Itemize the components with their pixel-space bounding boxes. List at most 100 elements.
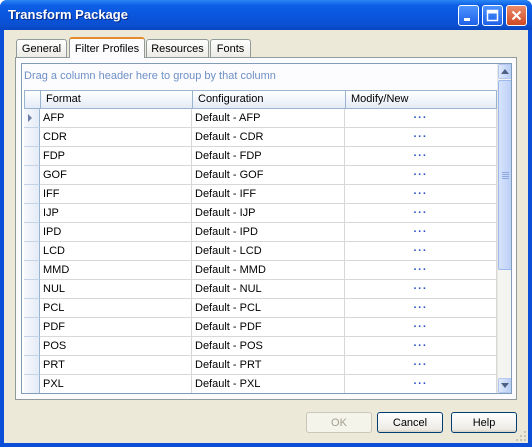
cell-configuration[interactable]: Default - FDP: [192, 147, 345, 166]
cell-configuration[interactable]: Default - AFP: [192, 109, 345, 128]
table-row[interactable]: PDF Default - PDF ···: [24, 318, 497, 337]
table-row[interactable]: AFP Default - AFP ···: [24, 109, 497, 128]
tab-filter-profiles[interactable]: Filter Profiles: [69, 37, 145, 58]
maximize-button[interactable]: [482, 5, 503, 26]
modify-new-ellipsis-button[interactable]: ···: [345, 242, 497, 261]
modify-new-ellipsis-button[interactable]: ···: [345, 109, 497, 128]
cell-format[interactable]: POS: [40, 337, 192, 356]
column-header-modify-new[interactable]: Modify/New: [346, 91, 498, 108]
cancel-button-label: Cancel: [392, 416, 428, 429]
cancel-button[interactable]: Cancel: [377, 412, 443, 433]
modify-new-ellipsis-button[interactable]: ···: [345, 356, 497, 375]
table-row[interactable]: CDR Default - CDR ···: [24, 128, 497, 147]
scroll-up-button[interactable]: [498, 64, 511, 79]
cell-format[interactable]: PRT: [40, 356, 192, 375]
ok-button[interactable]: OK: [306, 412, 372, 433]
row-selector[interactable]: [24, 375, 40, 393]
cell-format[interactable]: NUL: [40, 280, 192, 299]
title-bar[interactable]: Transform Package: [0, 0, 532, 30]
cell-format[interactable]: MMD: [40, 261, 192, 280]
scrollbar-thumb[interactable]: [498, 80, 511, 270]
scroll-down-button[interactable]: [498, 378, 511, 393]
table-row[interactable]: PRT Default - PRT ···: [24, 356, 497, 375]
row-selector[interactable]: [24, 204, 40, 223]
cell-format[interactable]: IPD: [40, 223, 192, 242]
column-header-configuration[interactable]: Configuration: [193, 91, 346, 108]
table-row[interactable]: POS Default - POS ···: [24, 337, 497, 356]
minimize-button[interactable]: [458, 5, 479, 26]
cell-configuration[interactable]: Default - PXL: [192, 375, 345, 393]
cell-configuration[interactable]: Default - PRT: [192, 356, 345, 375]
row-selector[interactable]: [24, 299, 40, 318]
filter-profiles-grid: Drag a column header here to group by th…: [21, 63, 512, 394]
table-row[interactable]: MMD Default - MMD ···: [24, 261, 497, 280]
row-selector[interactable]: [24, 147, 40, 166]
table-row[interactable]: NUL Default - NUL ···: [24, 280, 497, 299]
row-selector[interactable]: [24, 242, 40, 261]
cell-configuration[interactable]: Default - LCD: [192, 242, 345, 261]
table-row[interactable]: IJP Default - IJP ···: [24, 204, 497, 223]
modify-new-ellipsis-button[interactable]: ···: [345, 185, 497, 204]
help-button[interactable]: Help: [451, 412, 517, 433]
row-selector[interactable]: [24, 128, 40, 147]
tab-resources[interactable]: Resources: [146, 39, 209, 57]
cell-format[interactable]: FDP: [40, 147, 192, 166]
cell-configuration[interactable]: Default - IFF: [192, 185, 345, 204]
table-row[interactable]: IPD Default - IPD ···: [24, 223, 497, 242]
cell-format[interactable]: GOF: [40, 166, 192, 185]
help-button-label: Help: [472, 416, 496, 429]
cell-format[interactable]: IJP: [40, 204, 192, 223]
table-row[interactable]: LCD Default - LCD ···: [24, 242, 497, 261]
row-selector[interactable]: [24, 261, 40, 280]
row-selector[interactable]: [24, 166, 40, 185]
column-header-format[interactable]: Format: [41, 91, 193, 108]
vertical-scrollbar[interactable]: [497, 64, 511, 393]
cell-configuration[interactable]: Default - NUL: [192, 280, 345, 299]
tab-fonts[interactable]: Fonts: [210, 39, 251, 57]
modify-new-ellipsis-button[interactable]: ···: [345, 375, 497, 393]
modify-new-ellipsis-button[interactable]: ···: [345, 337, 497, 356]
modify-new-ellipsis-button[interactable]: ···: [345, 166, 497, 185]
cell-configuration[interactable]: Default - IPD: [192, 223, 345, 242]
modify-new-ellipsis-button[interactable]: ···: [345, 299, 497, 318]
table-row[interactable]: IFF Default - IFF ···: [24, 185, 497, 204]
cell-configuration[interactable]: Default - IJP: [192, 204, 345, 223]
cell-configuration[interactable]: Default - POS: [192, 337, 345, 356]
table-row[interactable]: GOF Default - GOF ···: [24, 166, 497, 185]
cell-format[interactable]: PXL: [40, 375, 192, 393]
cell-configuration[interactable]: Default - MMD: [192, 261, 345, 280]
row-selector[interactable]: [24, 280, 40, 299]
cell-format[interactable]: CDR: [40, 128, 192, 147]
cell-configuration[interactable]: Default - PCL: [192, 299, 345, 318]
resize-grip-icon[interactable]: [515, 430, 527, 442]
row-selector[interactable]: [24, 185, 40, 204]
cell-format[interactable]: PDF: [40, 318, 192, 337]
cell-configuration[interactable]: Default - GOF: [192, 166, 345, 185]
tab-general[interactable]: General: [16, 39, 67, 57]
cell-configuration[interactable]: Default - CDR: [192, 128, 345, 147]
table-row[interactable]: PXL Default - PXL ···: [24, 375, 497, 393]
row-selector[interactable]: [24, 356, 40, 375]
close-button[interactable]: [506, 5, 527, 26]
modify-new-ellipsis-button[interactable]: ···: [345, 128, 497, 147]
modify-new-ellipsis-button[interactable]: ···: [345, 204, 497, 223]
table-row[interactable]: FDP Default - FDP ···: [24, 147, 497, 166]
cell-format[interactable]: IFF: [40, 185, 192, 204]
modify-new-ellipsis-button[interactable]: ···: [345, 280, 497, 299]
modify-new-ellipsis-button[interactable]: ···: [345, 147, 497, 166]
tab-label: Fonts: [216, 42, 245, 55]
cell-format[interactable]: PCL: [40, 299, 192, 318]
thumb-grip-line: [502, 172, 509, 173]
row-selector[interactable]: [24, 223, 40, 242]
modify-new-ellipsis-button[interactable]: ···: [345, 261, 497, 280]
modify-new-ellipsis-button[interactable]: ···: [345, 223, 497, 242]
modify-new-ellipsis-button[interactable]: ···: [345, 318, 497, 337]
group-by-panel[interactable]: Drag a column header here to group by th…: [22, 64, 497, 89]
table-row[interactable]: PCL Default - PCL ···: [24, 299, 497, 318]
row-selector[interactable]: [24, 109, 40, 128]
cell-format[interactable]: LCD: [40, 242, 192, 261]
cell-configuration[interactable]: Default - PDF: [192, 318, 345, 337]
row-selector[interactable]: [24, 318, 40, 337]
row-selector[interactable]: [24, 337, 40, 356]
cell-format[interactable]: AFP: [40, 109, 192, 128]
